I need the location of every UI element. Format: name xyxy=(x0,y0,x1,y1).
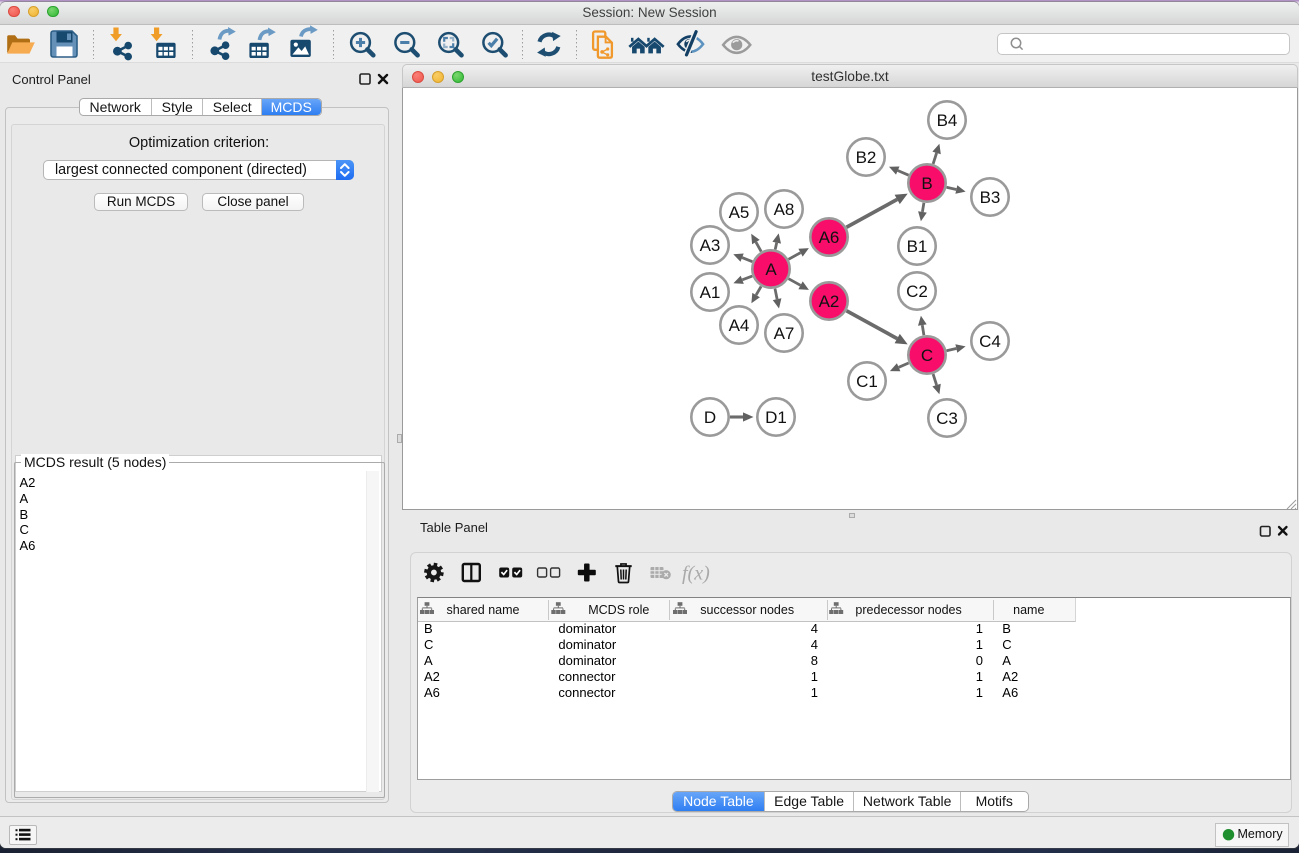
svg-text:A3: A3 xyxy=(700,236,721,255)
svg-text:B1: B1 xyxy=(907,237,928,256)
svg-text:A: A xyxy=(765,260,777,279)
svg-text:C: C xyxy=(921,346,933,365)
svg-text:C3: C3 xyxy=(936,409,958,428)
svg-text:A1: A1 xyxy=(700,283,721,302)
svg-text:A4: A4 xyxy=(729,316,750,335)
svg-text:B4: B4 xyxy=(937,111,958,130)
svg-text:C2: C2 xyxy=(906,282,928,301)
svg-text:B3: B3 xyxy=(980,188,1001,207)
svg-text:B: B xyxy=(921,174,932,193)
svg-text:A7: A7 xyxy=(774,324,795,343)
svg-text:A2: A2 xyxy=(819,292,840,311)
svg-text:A6: A6 xyxy=(819,228,840,247)
svg-text:A8: A8 xyxy=(774,200,795,219)
svg-text:C1: C1 xyxy=(856,372,878,391)
svg-text:f(x): f(x) xyxy=(682,563,710,585)
svg-text:D1: D1 xyxy=(765,408,787,427)
svg-text:C4: C4 xyxy=(979,332,1001,351)
svg-text:B2: B2 xyxy=(856,148,877,167)
svg-text:D: D xyxy=(704,408,716,427)
svg-text:A5: A5 xyxy=(729,203,750,222)
